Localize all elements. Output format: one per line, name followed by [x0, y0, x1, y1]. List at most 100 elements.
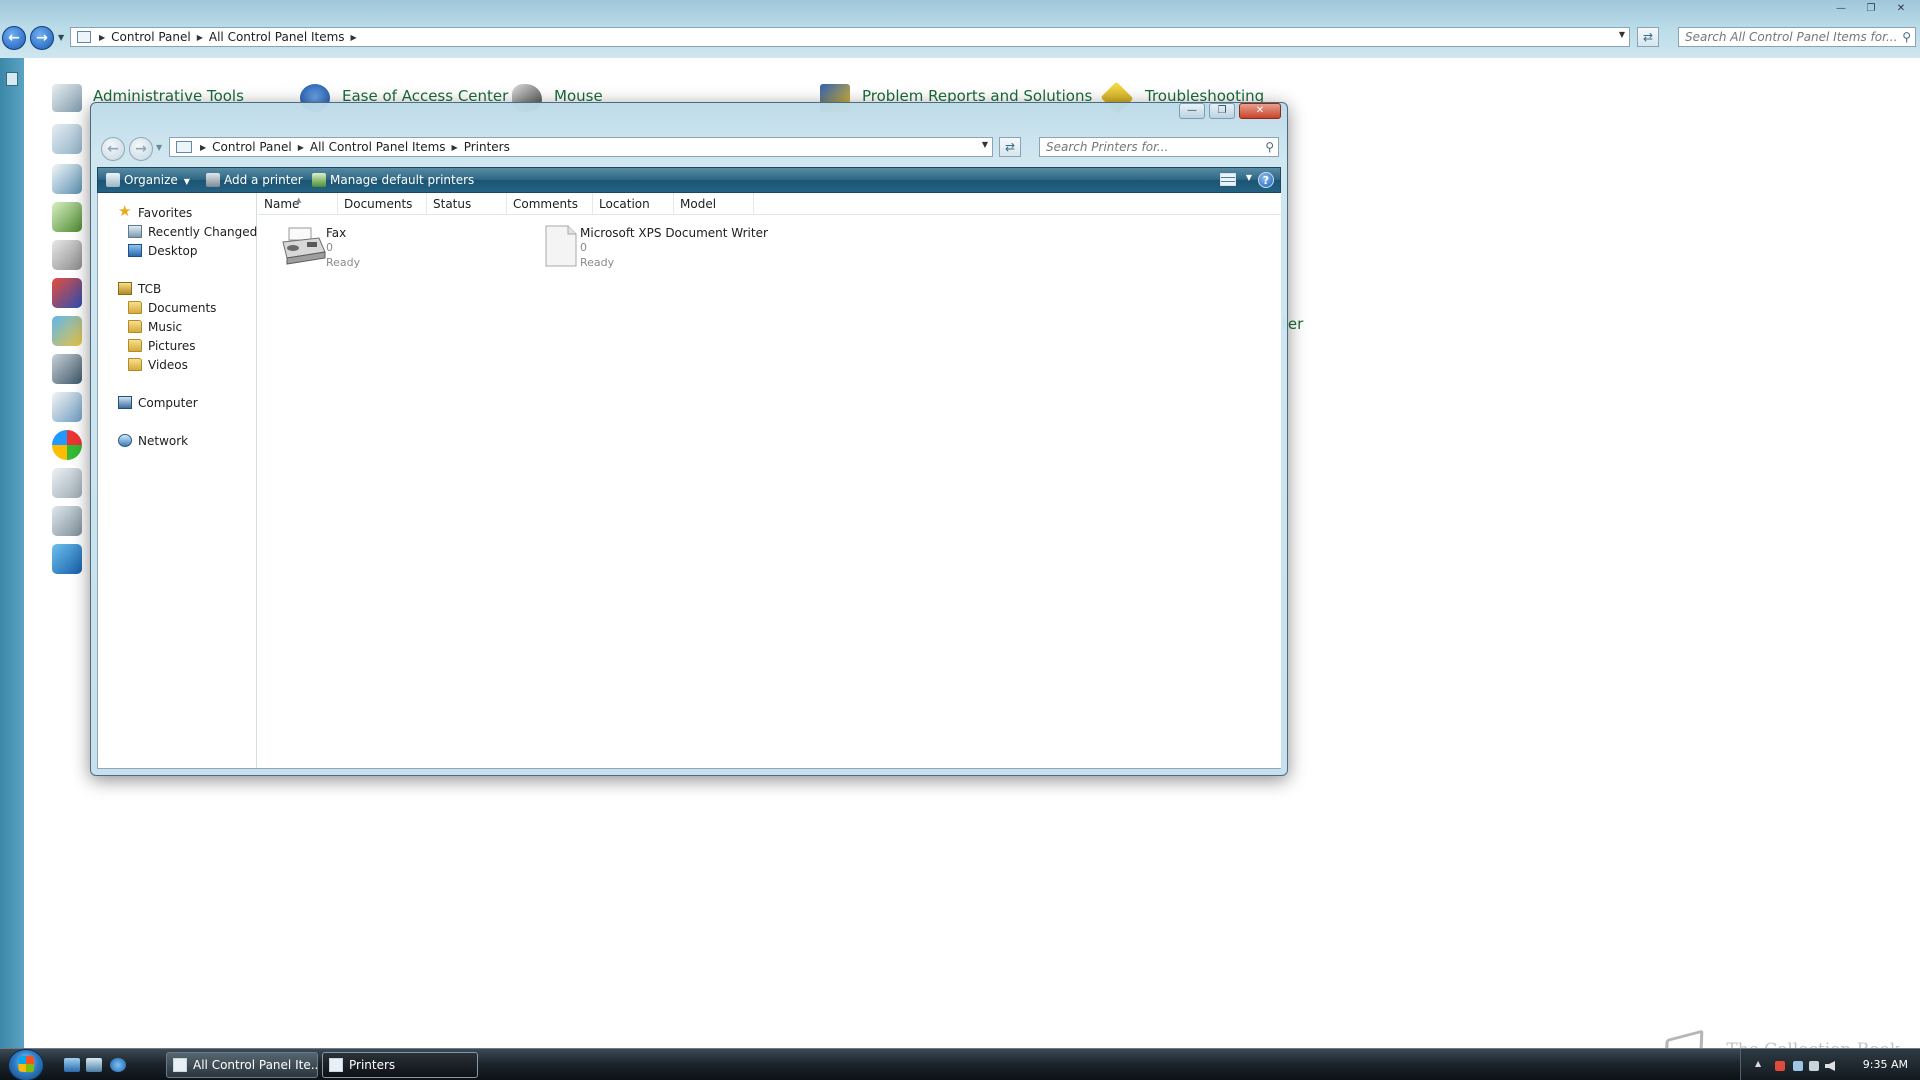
navigation-pane: ★ Favorites Recently Changed Desktop TCB…: [98, 193, 257, 768]
column-comments[interactable]: Comments: [507, 193, 593, 215]
printer-document-count: 0: [326, 241, 333, 254]
breadcrumb-control-panel[interactable]: Control Panel: [111, 30, 191, 44]
show-desktop-icon[interactable]: [64, 1058, 80, 1072]
views-button[interactable]: [1220, 173, 1236, 186]
column-model[interactable]: Model: [674, 193, 754, 215]
system-clock[interactable]: 9:35 AM: [1863, 1058, 1908, 1071]
close-button[interactable]: ✕: [1888, 1, 1914, 17]
help-icon[interactable]: ?: [1258, 172, 1274, 188]
start-button[interactable]: [8, 1049, 44, 1080]
breadcrumb-separator-icon[interactable]: ▶: [298, 143, 304, 152]
tools-icon[interactable]: [52, 240, 82, 270]
taskbar-button-label: All Control Panel Ite...: [193, 1058, 318, 1072]
printers-search-input[interactable]: Search Printers for... ⚲: [1039, 137, 1279, 157]
breadcrumb-separator-icon[interactable]: ▶: [452, 143, 458, 152]
printers-address-bar[interactable]: ▶ Control Panel ▶ All Control Panel Item…: [169, 137, 993, 157]
windows-logo-icon: [18, 1055, 35, 1073]
fonts-icon[interactable]: [52, 278, 82, 308]
nav-computer[interactable]: Computer: [118, 395, 198, 411]
nav-favorites[interactable]: ★ Favorites: [118, 204, 193, 221]
refresh-button[interactable]: ⇄: [1637, 27, 1659, 47]
restore-button[interactable]: ❐: [1858, 1, 1884, 17]
devices-icon[interactable]: [52, 506, 82, 536]
organize-button[interactable]: Organize ▼: [104, 168, 190, 192]
back-button[interactable]: ←: [101, 137, 125, 161]
back-button[interactable]: ←: [2, 26, 26, 50]
display-icon[interactable]: [52, 316, 82, 346]
printer-status: Ready: [326, 256, 361, 269]
power-icon[interactable]: [1809, 1061, 1819, 1071]
forward-button[interactable]: →: [30, 26, 54, 50]
nav-network[interactable]: Network: [118, 433, 188, 449]
breadcrumb-control-panel[interactable]: Control Panel: [212, 140, 292, 154]
nav-desktop-label: Desktop: [148, 244, 198, 258]
windows-update-icon[interactable]: [52, 430, 82, 460]
recent-pages-chevron-icon[interactable]: ▼: [58, 33, 64, 42]
network-icon[interactable]: [52, 202, 82, 232]
forward-button[interactable]: →: [129, 137, 153, 161]
nav-recently-changed[interactable]: Recently Changed: [128, 224, 257, 240]
breadcrumb-all-items[interactable]: All Control Panel Items: [310, 140, 446, 154]
administrative-tools-icon[interactable]: [52, 84, 82, 112]
add-printer-button[interactable]: Add a printer: [204, 168, 303, 192]
network-status-icon[interactable]: [1793, 1061, 1803, 1071]
breadcrumb-all-items[interactable]: All Control Panel Items: [209, 30, 345, 44]
nav-music-label: Music: [148, 320, 183, 334]
nav-user-folder[interactable]: TCB: [118, 281, 161, 297]
address-dropdown-icon[interactable]: ▼: [1619, 30, 1625, 39]
minimize-button[interactable]: —: [1828, 1, 1854, 17]
system-icon[interactable]: [52, 354, 82, 384]
address-dropdown-icon[interactable]: ▼: [982, 140, 988, 149]
desktop-icon: [128, 244, 142, 257]
breadcrumb-separator-icon[interactable]: ▶: [200, 143, 206, 152]
nav-network-label: Network: [138, 434, 189, 448]
recent-pages-chevron-icon[interactable]: ▼: [156, 143, 162, 152]
address-bar[interactable]: ▶ Control Panel ▶ All Control Panel Item…: [70, 27, 1630, 47]
nav-favorites-label: Favorites: [138, 206, 193, 220]
manage-default-printers-button[interactable]: Manage default printers: [310, 168, 474, 192]
internet-explorer-icon[interactable]: [110, 1058, 126, 1072]
breadcrumb-separator-icon[interactable]: ▶: [99, 33, 105, 42]
nav-music[interactable]: Music: [128, 319, 182, 335]
nav-pictures-label: Pictures: [148, 339, 196, 353]
column-name[interactable]: ▲ Name: [258, 193, 338, 215]
printers-folder-icon: [176, 141, 192, 153]
user-accounts-icon[interactable]: [52, 124, 82, 154]
breadcrumb-separator-icon[interactable]: ▶: [197, 33, 203, 42]
phone-modem-icon[interactable]: [52, 468, 82, 498]
computer-icon: [118, 396, 132, 409]
taskbar-button-printers[interactable]: Printers: [322, 1052, 478, 1078]
taskbar-button-control-panel[interactable]: All Control Panel Ite...: [166, 1052, 318, 1078]
refresh-button[interactable]: ⇄: [999, 137, 1021, 157]
views-chevron-down-icon[interactable]: ▼: [1246, 173, 1252, 182]
security-alert-icon[interactable]: [1775, 1061, 1785, 1071]
search-placeholder: Search All Control Panel Items for...: [1685, 30, 1898, 44]
column-documents[interactable]: Documents: [338, 193, 427, 215]
switch-windows-icon[interactable]: [86, 1058, 102, 1072]
minimize-button[interactable]: —: [1179, 103, 1205, 119]
control-panel-search-input[interactable]: Search All Control Panel Items for... ⚲: [1678, 27, 1916, 47]
monitor-icon[interactable]: [52, 544, 82, 574]
date-time-icon[interactable]: [52, 392, 82, 422]
control-panel-titlebar: — ❐ ✕ ← → ▼ ▶ Control Panel ▶ All Contro…: [0, 0, 1920, 58]
nav-pictures[interactable]: Pictures: [128, 338, 196, 354]
nav-desktop[interactable]: Desktop: [128, 243, 198, 259]
printer-fax-details: Fax 0 Ready: [326, 226, 476, 276]
programs-icon[interactable]: [52, 164, 82, 194]
show-hidden-icons-icon[interactable]: ▲: [1755, 1059, 1765, 1069]
printer-name: Microsoft XPS Document Writer: [580, 226, 768, 240]
search-icon[interactable]: ⚲: [1902, 28, 1911, 46]
search-icon[interactable]: ⚲: [1265, 138, 1274, 156]
breadcrumb-printers[interactable]: Printers: [464, 140, 510, 154]
column-location[interactable]: Location: [593, 193, 674, 215]
notification-area: ▲ 9:35 AM: [1740, 1049, 1920, 1080]
close-button[interactable]: ✕: [1239, 103, 1281, 119]
nav-videos[interactable]: Videos: [128, 357, 188, 373]
column-status[interactable]: Status: [427, 193, 507, 215]
maximize-button[interactable]: ❐: [1209, 103, 1235, 119]
volume-icon[interactable]: [1825, 1061, 1835, 1071]
chevron-down-icon: ▼: [183, 177, 190, 186]
breadcrumb-separator-icon[interactable]: ▶: [351, 33, 357, 42]
nav-computer-label: Computer: [138, 396, 198, 410]
nav-documents[interactable]: Documents: [128, 300, 216, 316]
